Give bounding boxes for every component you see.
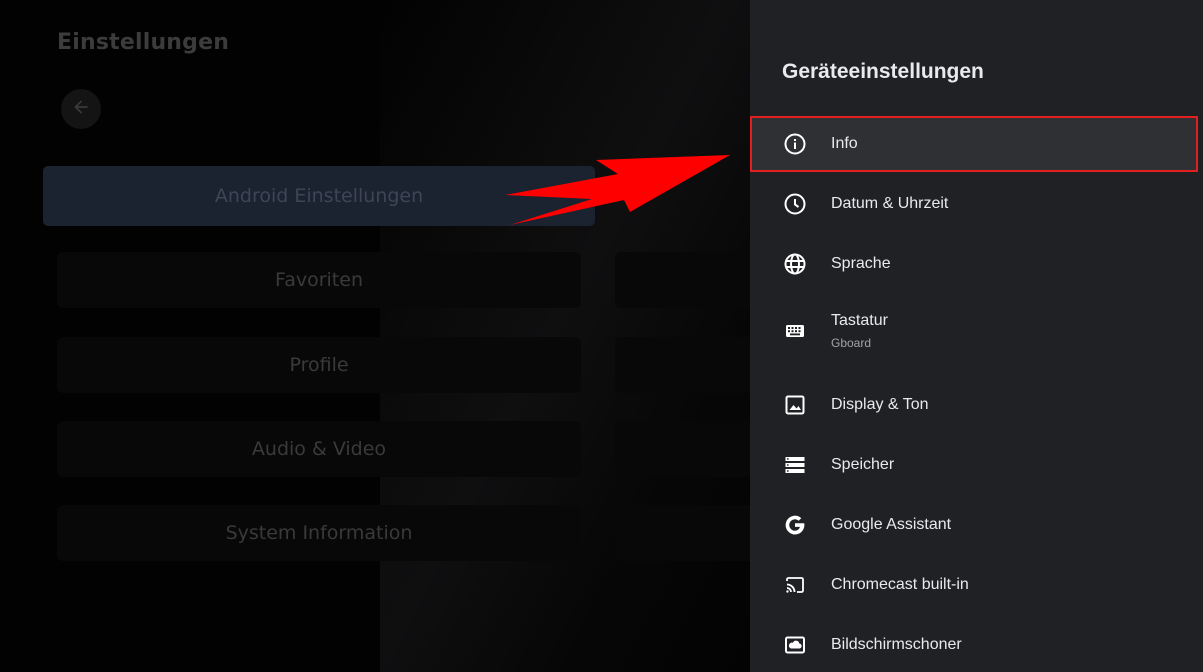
clock-icon bbox=[782, 191, 808, 217]
menu-item-tastatur[interactable]: Tastatur Gboard bbox=[750, 300, 1198, 362]
annotation-arrow bbox=[505, 155, 730, 225]
google-icon bbox=[782, 512, 808, 538]
menu-item-label: Sprache bbox=[831, 255, 891, 272]
device-settings-panel: Geräteeinstellungen Info Datum & Uhrzeit… bbox=[750, 0, 1203, 672]
menu-item-label: Tastatur bbox=[831, 312, 888, 329]
arrow-left-icon bbox=[71, 97, 91, 122]
menu-item-label: Google Assistant bbox=[831, 516, 952, 533]
tile-right-2[interactable] bbox=[615, 337, 755, 393]
tile-right-3[interactable] bbox=[615, 421, 755, 477]
menu-item-label: Chromecast built-in bbox=[831, 576, 969, 593]
tile-right-4[interactable] bbox=[615, 505, 755, 561]
page-title: Einstellungen bbox=[57, 30, 230, 55]
panel-title: Geräteeinstellungen bbox=[782, 60, 984, 83]
menu-item-label: Speicher bbox=[831, 456, 895, 473]
menu-item-label: Datum & Uhrzeit bbox=[831, 195, 949, 212]
background-sheen bbox=[380, 0, 800, 672]
menu-item-label: Info bbox=[831, 135, 858, 152]
menu-item-info[interactable]: Info bbox=[750, 116, 1198, 172]
app-settings-screen: Einstellungen Android Einstellungen Favo… bbox=[0, 0, 800, 672]
tile-audio-video[interactable]: Audio & Video bbox=[57, 421, 581, 477]
menu-item-display-ton[interactable]: Display & Ton bbox=[750, 377, 1198, 433]
menu-item-label: Bildschirmschoner bbox=[831, 636, 962, 653]
image-icon bbox=[782, 392, 808, 418]
info-icon bbox=[782, 131, 808, 157]
keyboard-icon bbox=[782, 318, 808, 344]
menu-item-chromecast[interactable]: Chromecast built-in bbox=[750, 557, 1198, 613]
tile-system-information[interactable]: System Information bbox=[57, 505, 581, 561]
cast-icon bbox=[782, 572, 808, 598]
tile-favoriten[interactable]: Favoriten bbox=[57, 252, 581, 308]
menu-item-bildschirmschoner[interactable]: Bildschirmschoner bbox=[750, 617, 1198, 672]
menu-item-datum-uhrzeit[interactable]: Datum & Uhrzeit bbox=[750, 176, 1198, 232]
globe-icon bbox=[782, 251, 808, 277]
tile-profile[interactable]: Profile bbox=[57, 337, 581, 393]
menu-item-speicher[interactable]: Speicher bbox=[750, 437, 1198, 493]
screensaver-icon bbox=[782, 632, 808, 658]
menu-item-sublabel: Gboard bbox=[831, 336, 872, 350]
menu-item-label: Display & Ton bbox=[831, 396, 929, 413]
menu-item-sprache[interactable]: Sprache bbox=[750, 236, 1198, 292]
screen: Einstellungen Android Einstellungen Favo… bbox=[0, 0, 1203, 672]
back-button[interactable] bbox=[61, 89, 101, 129]
storage-icon bbox=[782, 452, 808, 478]
tile-right-1[interactable] bbox=[615, 252, 755, 308]
menu-item-google-assistant[interactable]: Google Assistant bbox=[750, 497, 1198, 553]
